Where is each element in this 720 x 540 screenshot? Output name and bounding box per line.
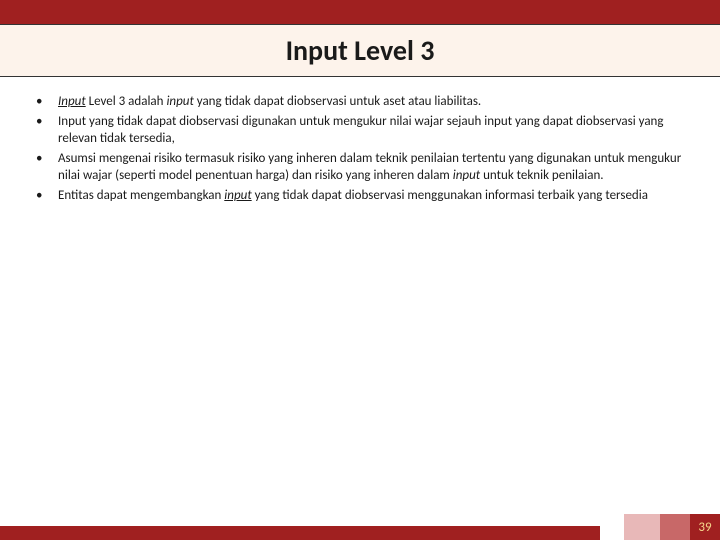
bullet-item: •Input yang tidak dapat diobservasi digu… xyxy=(30,113,690,148)
footer-bar-left xyxy=(0,526,600,540)
slide-title: Input Level 3 xyxy=(0,33,720,68)
top-accent-bar xyxy=(0,0,720,24)
content-area: •Input Level 3 adalah input yang tidak d… xyxy=(0,77,720,204)
bullet-list: •Input Level 3 adalah input yang tidak d… xyxy=(30,93,690,204)
bullet-item: •Input Level 3 adalah input yang tidak d… xyxy=(30,93,690,111)
footer: 39 xyxy=(0,514,720,540)
footer-block-mid xyxy=(660,514,690,540)
page-number: 39 xyxy=(698,520,711,535)
bullet-item: •Entitas dapat mengembangkan input yang … xyxy=(30,187,690,205)
bullet-mark: • xyxy=(30,113,58,148)
bullet-item: •Asumsi mengenai risiko termasuk risiko … xyxy=(30,150,690,185)
bullet-text: Asumsi mengenai risiko termasuk risiko y… xyxy=(58,150,690,185)
bullet-text: Entitas dapat mengembangkan input yang t… xyxy=(58,187,690,205)
bullet-mark: • xyxy=(30,93,58,111)
bullet-mark: • xyxy=(30,150,58,185)
bullet-mark: • xyxy=(30,187,58,205)
bullet-text: Input yang tidak dapat diobservasi digun… xyxy=(58,113,690,148)
footer-block-dark: 39 xyxy=(690,514,720,540)
footer-block-light xyxy=(624,514,660,540)
bullet-text: Input Level 3 adalah input yang tidak da… xyxy=(58,93,690,111)
title-band: Input Level 3 xyxy=(0,24,720,77)
